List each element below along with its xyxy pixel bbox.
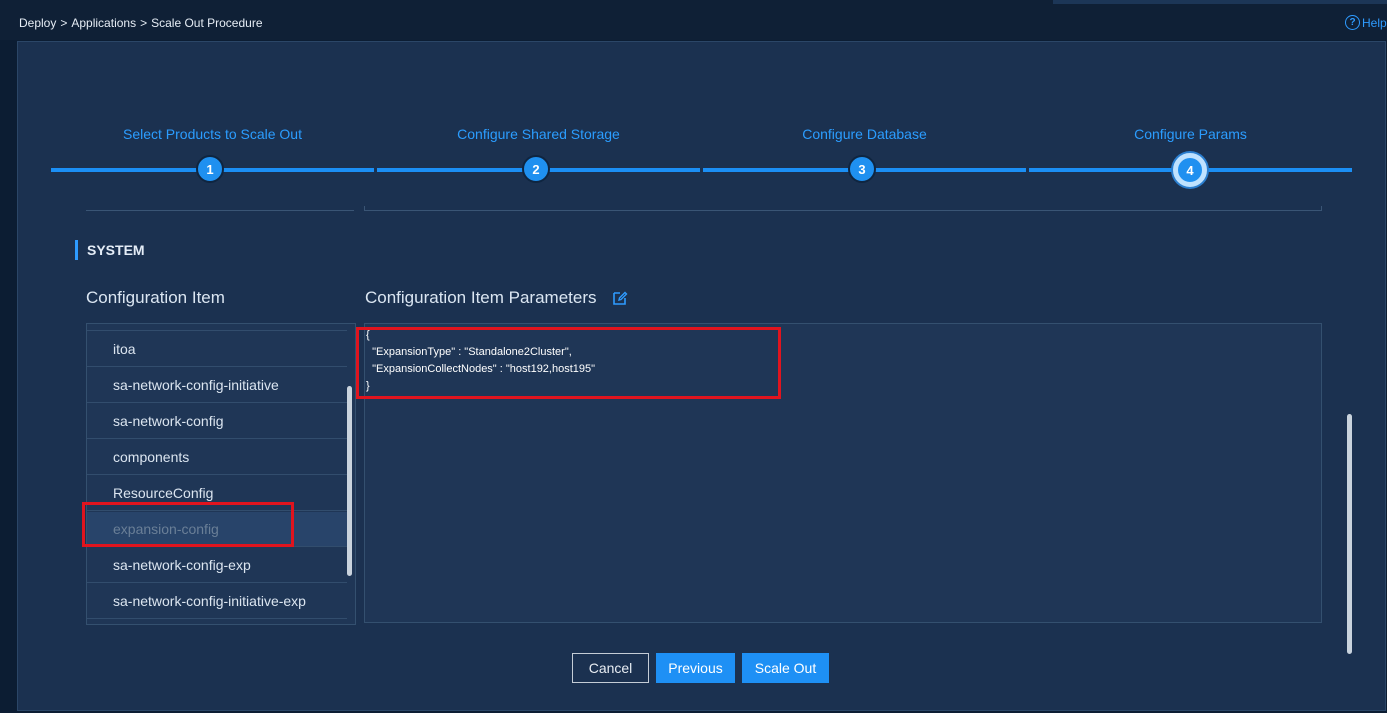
- list-item[interactable]: sa-network-config: [87, 404, 347, 439]
- step-label: Configure Shared Storage: [457, 126, 620, 142]
- config-params-title: Configuration Item Parameters: [365, 288, 597, 307]
- scrolled-section-edge: [86, 206, 354, 211]
- step-number: 3: [848, 155, 876, 183]
- page-scrollbar[interactable]: [1347, 414, 1352, 654]
- list-item[interactable]: sa-network-config-exp: [87, 548, 347, 583]
- breadcrumb-deploy[interactable]: Deploy: [19, 16, 56, 30]
- step-3: Configure Database 3: [703, 122, 1026, 192]
- main-panel: Select Products to Scale Out 1 Configure…: [17, 41, 1386, 711]
- list-item[interactable]: sa-network-config-initiative-exp: [87, 584, 347, 619]
- edit-icon[interactable]: [612, 290, 628, 306]
- breadcrumb-applications[interactable]: Applications: [71, 16, 136, 30]
- help-label[interactable]: Help: [1362, 16, 1387, 30]
- list-item[interactable]: [87, 324, 347, 331]
- list-scrollbar[interactable]: [347, 386, 352, 576]
- list-item[interactable]: sa-network-config-initiative: [87, 368, 347, 403]
- list-item[interactable]: itoa: [87, 332, 347, 367]
- step-number: 1: [196, 155, 224, 183]
- help-link[interactable]: ? Help: [1345, 15, 1387, 30]
- previous-button[interactable]: Previous: [656, 653, 735, 683]
- step-4: Configure Params 4: [1029, 122, 1352, 192]
- breadcrumb-current: Scale Out Procedure: [151, 16, 263, 30]
- step-1: Select Products to Scale Out 1: [51, 122, 374, 192]
- top-bar: Deploy > Applications > Scale Out Proced…: [0, 0, 1387, 40]
- top-tab-highlight: [1053, 0, 1387, 4]
- list-item[interactable]: components: [87, 440, 347, 475]
- config-item-list[interactable]: itoa sa-network-config-initiative sa-net…: [86, 323, 356, 625]
- config-item-title: Configuration Item: [86, 288, 225, 307]
- scale-out-button[interactable]: Scale Out: [742, 653, 829, 683]
- step-2: Configure Shared Storage 2: [377, 122, 700, 192]
- section-title: SYSTEM: [75, 240, 145, 260]
- step-number: 4: [1173, 153, 1207, 187]
- step-number: 2: [522, 155, 550, 183]
- step-label: Select Products to Scale Out: [123, 126, 302, 142]
- highlight-box-selected-item: [82, 502, 294, 547]
- breadcrumb: Deploy > Applications > Scale Out Proced…: [19, 16, 263, 30]
- breadcrumb-separator: >: [140, 16, 148, 30]
- question-circle-icon[interactable]: ?: [1345, 15, 1360, 30]
- stepper: Select Products to Scale Out 1 Configure…: [51, 122, 1352, 192]
- step-label: Configure Database: [802, 126, 927, 142]
- cancel-button[interactable]: Cancel: [572, 653, 649, 683]
- breadcrumb-separator: >: [60, 16, 68, 30]
- scrolled-section-edge: [364, 206, 1322, 211]
- step-label: Configure Params: [1134, 126, 1247, 142]
- highlight-box-params: [356, 327, 781, 399]
